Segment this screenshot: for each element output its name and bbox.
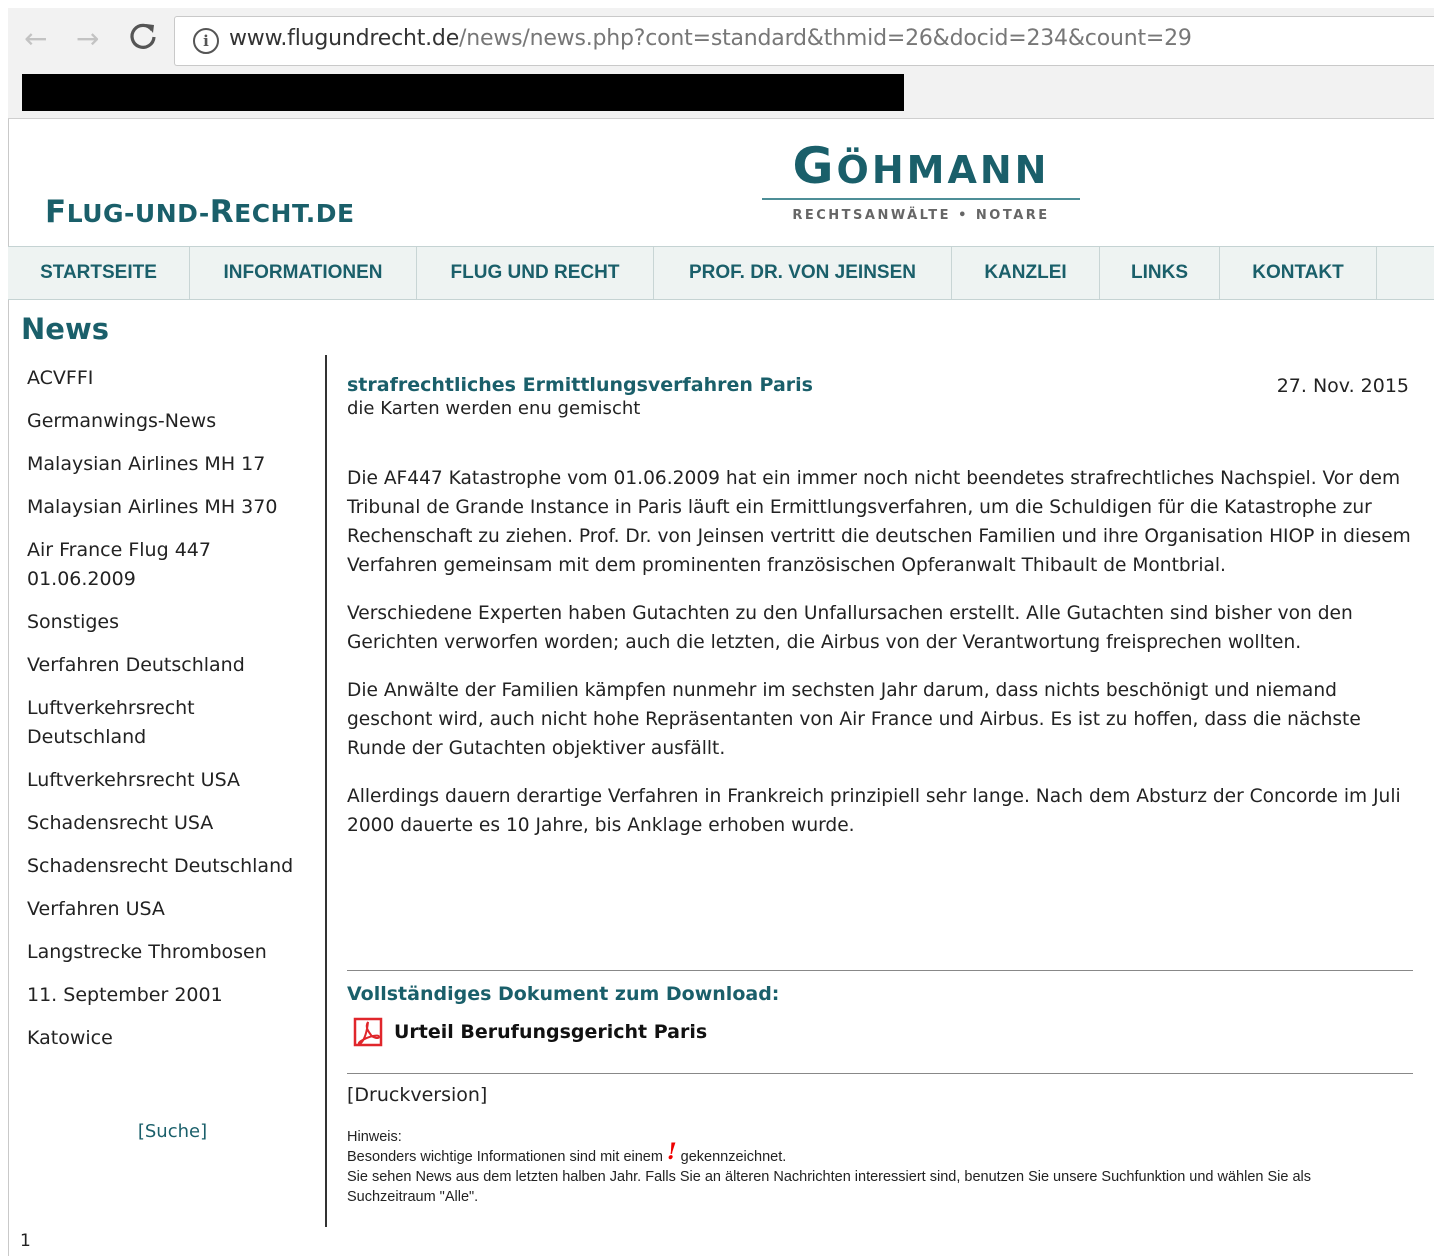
hint-line-1: Besonders wichtige Informationen sind mi… [347,1141,1347,1167]
url-domain: www.flugundrecht.de [229,26,460,51]
hint-line-2: Sie sehen News aus dem letzten halben Ja… [347,1169,1312,1205]
info-icon[interactable]: i [193,28,219,54]
nav-prof-dr-von-jeinsen[interactable]: PROF. DR. VON JEINSEN [654,247,952,299]
article-subtitle: die Karten werden enu gemischt [347,398,641,419]
download-heading: Vollständiges Dokument zum Download: [347,983,780,1005]
forward-arrow-icon[interactable]: → [76,24,99,54]
article-paragraph: Verschiedene Experten haben Gutachten zu… [347,603,1353,653]
article-paragraph: Allerdings dauern derartige Verfahren in… [347,786,1401,836]
browser-toolbar: ← → i www.flugundrecht.de/news/news.php?… [8,8,1434,119]
sidebar-item-acvffi[interactable]: ACVFFI [27,364,317,393]
article-paragraph: Die AF447 Katastrophe vom 01.06.2009 hat… [347,468,1411,576]
sidebar-item-luftverkehrsrecht-usa[interactable]: Luftverkehrsrecht USA [27,766,317,795]
sidebar-item-mh17[interactable]: Malaysian Airlines MH 17 [27,450,317,479]
sidebar-item-luftverkehrsrecht-deutschland[interactable]: Luftverkehrsrecht Deutschland [27,694,227,752]
firm-divider [762,198,1080,200]
hint-text: gekennzeichnet. [680,1149,787,1165]
sidebar-item-langstrecke-thrombosen[interactable]: Langstrecke Thrombosen [27,938,317,967]
site-logo-initial: F [45,194,67,230]
important-mark-icon: ! [666,1139,677,1165]
page-title: News [21,312,109,346]
article-paragraph: Die Anwälte der Familien kämpfen nunmehr… [347,680,1361,759]
nav-startseite[interactable]: STARTSEITE [8,247,190,299]
sidebar: ACVFFI Germanwings-News Malaysian Airlin… [27,364,317,1067]
sidebar-item-verfahren-deutschland[interactable]: Verfahren Deutschland [27,651,317,680]
site-logo-part: LUG-UND- [66,199,210,228]
article-title: strafrechtliches Ermittlungsverfahren Pa… [347,374,813,396]
url-path: /news/news.php?cont=standard&thmid=26&do… [459,26,1192,51]
hint-text: Besonders wichtige Informationen sind mi… [347,1149,663,1165]
sidebar-item-verfahren-usa[interactable]: Verfahren USA [27,895,317,924]
nav-kanzlei[interactable]: KANZLEI [952,247,1100,299]
nav-flug-und-recht[interactable]: FLUG UND RECHT [417,247,654,299]
nav-kontakt[interactable]: KONTAKT [1220,247,1377,299]
divider [347,1073,1413,1074]
sidebar-item-schadensrecht-deutschland[interactable]: Schadensrecht Deutschland [27,852,317,881]
sidebar-item-germanwings[interactable]: Germanwings-News [27,407,317,436]
nav-links[interactable]: LINKS [1100,247,1220,299]
pdf-icon[interactable] [353,1017,383,1047]
page-number: 1 [20,1231,31,1251]
download-link[interactable]: Urteil Berufungsgericht Paris [394,1021,707,1043]
firm-logo[interactable]: GÖHMANN RECHTSANWÄLTE • NOTARE [762,140,1080,223]
column-divider [325,355,327,1227]
back-arrow-icon[interactable]: ← [24,24,47,54]
sidebar-item-mh370[interactable]: Malaysian Airlines MH 370 [27,493,317,522]
hint-box: Hinweis: Besonders wichtige Informatione… [347,1127,1347,1207]
article-body: Die AF447 Katastrophe vom 01.06.2009 hat… [347,464,1415,859]
sidebar-item-schadensrecht-usa[interactable]: Schadensrecht USA [27,809,317,838]
nav-informationen[interactable]: INFORMATIONEN [190,247,417,299]
divider [347,970,1413,971]
firm-name: GÖHMANN [762,140,1080,196]
sidebar-item-katowice[interactable]: Katowice [27,1024,317,1053]
firm-subtitle: RECHTSANWÄLTE • NOTARE [792,208,1050,223]
site-logo-tail: ECHT.DE [234,199,355,228]
reload-icon-svg [130,23,156,49]
article: strafrechtliches Ermittlungsverfahren Pa… [347,372,1413,836]
site-logo-r: R [209,194,235,230]
address-bar[interactable]: i www.flugundrecht.de/news/news.php?cont… [174,16,1434,66]
article-date: 27. Nov. 2015 [1276,375,1409,397]
sidebar-item-af447[interactable]: Air France Flug 447 01.06.2009 [27,536,232,594]
url-text[interactable]: www.flugundrecht.de/news/news.php?cont=s… [229,26,1192,51]
hint-label: Hinweis: [347,1129,402,1145]
sidebar-item-sonstiges[interactable]: Sonstiges [27,608,317,637]
firm-name-rest: ÖHMANN [836,148,1050,192]
firm-initial: G [792,137,837,195]
redacted-bar [22,74,904,111]
main-nav: STARTSEITE INFORMATIONEN FLUG UND RECHT … [8,246,1434,300]
search-link[interactable]: [Suche] [0,1121,345,1142]
site-logo[interactable]: FLUG-UND-RECHT.DE [45,194,355,230]
sidebar-item-11-september[interactable]: 11. September 2001 [27,981,317,1010]
print-version-link[interactable]: [Druckversion] [347,1084,487,1106]
reload-icon[interactable] [128,21,158,57]
